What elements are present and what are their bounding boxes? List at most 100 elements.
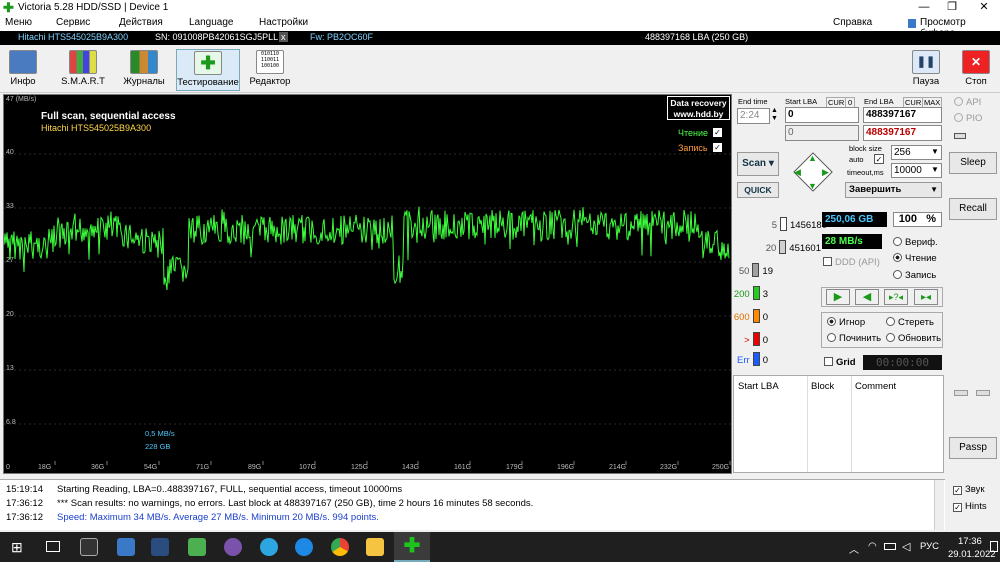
pause-button[interactable]: ❚❚ Пауза bbox=[910, 49, 942, 91]
finish-select[interactable]: Завершить ▼ bbox=[845, 182, 942, 198]
chrome-app-icon[interactable] bbox=[331, 538, 349, 556]
log-row: 17:36:12 *** Scan results: no warnings, n… bbox=[6, 498, 533, 509]
col-start-lba[interactable]: Start LBA bbox=[738, 381, 779, 392]
control-panel: End time Start LBA CUR 0 End LBA CUR MAX… bbox=[733, 94, 945, 474]
end-time-spinner[interactable]: ▲ ▼ bbox=[771, 107, 778, 123]
pio-radio[interactable]: PIO bbox=[954, 113, 982, 124]
arrow-left-icon[interactable]: ◀ bbox=[794, 167, 801, 178]
menu-item-help[interactable]: Справка bbox=[833, 17, 872, 28]
maximize-button[interactable]: ❐ bbox=[938, 0, 966, 16]
block-size-label: block size bbox=[849, 144, 882, 153]
notepad-app-icon[interactable] bbox=[188, 538, 206, 556]
sound-checkbox[interactable]: ✓ Звук bbox=[953, 484, 984, 495]
timer-display: 00:00:00 bbox=[863, 355, 942, 370]
verify-radio[interactable]: Вериф. bbox=[893, 237, 938, 248]
device-model[interactable]: Hitachi HTS545025B9A300 bbox=[18, 32, 128, 42]
recall-button[interactable]: Recall bbox=[949, 198, 997, 220]
x-tick-label: 214G bbox=[609, 464, 627, 471]
end-lba-field[interactable]: 488397167 bbox=[863, 107, 942, 123]
refresh-radio[interactable]: Обновить bbox=[886, 333, 941, 344]
write-radio[interactable]: Запись bbox=[893, 270, 936, 281]
log-panel[interactable]: 15:19:14 Starting Reading, LBA=0..4883971… bbox=[0, 479, 945, 530]
col-comment[interactable]: Comment bbox=[855, 381, 896, 392]
logs-button[interactable]: Журналы bbox=[123, 49, 165, 91]
end-icon[interactable]: ▸◂ bbox=[914, 289, 938, 305]
log-message: Speed: Maximum 34 MB/s. Average 27 MB/s.… bbox=[57, 512, 379, 523]
col-block[interactable]: Block bbox=[811, 381, 834, 392]
notification-icon[interactable] bbox=[990, 541, 998, 552]
quick-button[interactable]: QUICK bbox=[737, 182, 779, 198]
menu-item-settings[interactable]: Настройки bbox=[259, 17, 308, 28]
total-gb-display: 250,06 GB bbox=[822, 212, 887, 227]
smart-button[interactable]: S.M.A.R.T bbox=[60, 49, 106, 91]
legend-read-checkbox[interactable]: ✓ bbox=[713, 128, 722, 137]
x-tick-label: 125G bbox=[351, 464, 369, 471]
hints-checkbox[interactable]: ✓ Hints bbox=[953, 501, 987, 512]
arrow-up-icon[interactable]: ▲ bbox=[808, 153, 817, 163]
count-row-50: 50 19 bbox=[733, 263, 773, 277]
language-indicator[interactable]: РУС bbox=[920, 541, 939, 552]
start-lba-field[interactable]: 0 bbox=[785, 107, 859, 123]
clock-date[interactable]: 29.01.2022 bbox=[948, 549, 996, 560]
stop-button[interactable]: ✕ Стоп bbox=[960, 49, 992, 91]
log-scrollbar[interactable] bbox=[934, 480, 944, 530]
menu-item-actions[interactable]: Действия bbox=[119, 17, 163, 28]
x-tick-label: 196G bbox=[557, 464, 575, 471]
pause-icon: ❚❚ bbox=[912, 50, 940, 74]
volume-icon[interactable]: ◁ bbox=[902, 540, 910, 553]
chevron-down-icon[interactable]: ▼ bbox=[931, 165, 939, 174]
passp-button[interactable]: Passp bbox=[949, 437, 997, 459]
editor-button[interactable]: 010110 110011 100100 Редактор bbox=[248, 49, 292, 91]
app-icon[interactable] bbox=[151, 538, 169, 556]
side-slider[interactable] bbox=[976, 390, 990, 396]
scan-button[interactable]: Scan ▾ bbox=[737, 152, 779, 176]
explorer-app-icon[interactable] bbox=[366, 538, 384, 556]
device-close-button[interactable]: x bbox=[279, 32, 288, 42]
folder-app-icon[interactable] bbox=[117, 538, 135, 556]
arrow-down-icon[interactable]: ▼ bbox=[808, 181, 817, 191]
ignore-radio[interactable]: Игнор bbox=[827, 317, 865, 328]
windows-start-icon[interactable]: ⊞ bbox=[11, 540, 23, 554]
cmd-app-icon[interactable] bbox=[80, 538, 98, 556]
legend-write-checkbox[interactable]: ✓ bbox=[713, 143, 722, 152]
grid-checkbox[interactable]: Grid bbox=[824, 357, 856, 368]
read-radio[interactable]: Чтение bbox=[893, 253, 937, 264]
settings-app-icon[interactable] bbox=[295, 538, 313, 556]
taskbar: ⊞ ✚ ︿ ◠ ◁ РУС 17:36 29.01.2022 bbox=[0, 532, 1000, 562]
chevron-down-icon[interactable]: ▼ bbox=[931, 147, 939, 156]
data-recovery-badge[interactable]: Data recovery www.hdd.by bbox=[667, 96, 730, 120]
arrow-right-icon[interactable]: ▶ bbox=[822, 167, 829, 178]
menu-item-service[interactable]: Сервис bbox=[56, 17, 90, 28]
repair-radio[interactable]: Починить bbox=[827, 333, 881, 344]
task-view-icon[interactable] bbox=[46, 541, 60, 552]
victoria-taskbar-icon[interactable]: ✚ bbox=[394, 532, 430, 562]
direction-pad[interactable]: ▲ ▼ ◀ ▶ bbox=[791, 150, 835, 194]
viber-app-icon[interactable] bbox=[224, 538, 242, 556]
minimize-button[interactable]: — bbox=[910, 0, 938, 16]
network-icon[interactable]: ◠ bbox=[868, 541, 877, 552]
testing-tab[interactable]: ✚ Тестирование bbox=[176, 49, 240, 91]
menu-item-menu[interactable]: Меню bbox=[5, 17, 32, 28]
action-mode-group: Игнор Стереть Починить Обновить bbox=[821, 312, 943, 348]
seek-back-icon[interactable]: ▸?◂ bbox=[884, 289, 908, 305]
telegram-app-icon[interactable] bbox=[260, 538, 278, 556]
ddd-api-checkbox[interactable]: DDD (API) bbox=[823, 257, 880, 268]
api-radio[interactable]: API bbox=[954, 97, 981, 108]
rewind-icon[interactable]: ◀ bbox=[855, 289, 879, 305]
sleep-button[interactable]: Sleep bbox=[949, 152, 997, 174]
count-row-over: >0 bbox=[733, 332, 768, 346]
play-icon[interactable]: ▶ bbox=[826, 289, 850, 305]
battery-icon[interactable] bbox=[884, 543, 896, 550]
tray-chevron-icon[interactable]: ︿ bbox=[849, 541, 859, 556]
close-window-button[interactable]: ✕ bbox=[970, 0, 998, 16]
end-time-field[interactable]: 2:24 bbox=[737, 108, 770, 124]
window-title: Victoria 5.28 HDD/SSD | Device 1 bbox=[18, 2, 169, 13]
clock-time[interactable]: 17:36 bbox=[958, 536, 982, 547]
menu-item-language[interactable]: Language bbox=[189, 17, 234, 28]
graph-note-size: 228 GB bbox=[145, 442, 171, 451]
erase-radio[interactable]: Стереть bbox=[886, 317, 934, 328]
info-button[interactable]: Инфо bbox=[4, 49, 42, 91]
y-tick-label: 0 bbox=[6, 464, 10, 471]
auto-checkbox[interactable]: ✓ bbox=[874, 154, 884, 164]
side-slider[interactable] bbox=[954, 390, 968, 396]
